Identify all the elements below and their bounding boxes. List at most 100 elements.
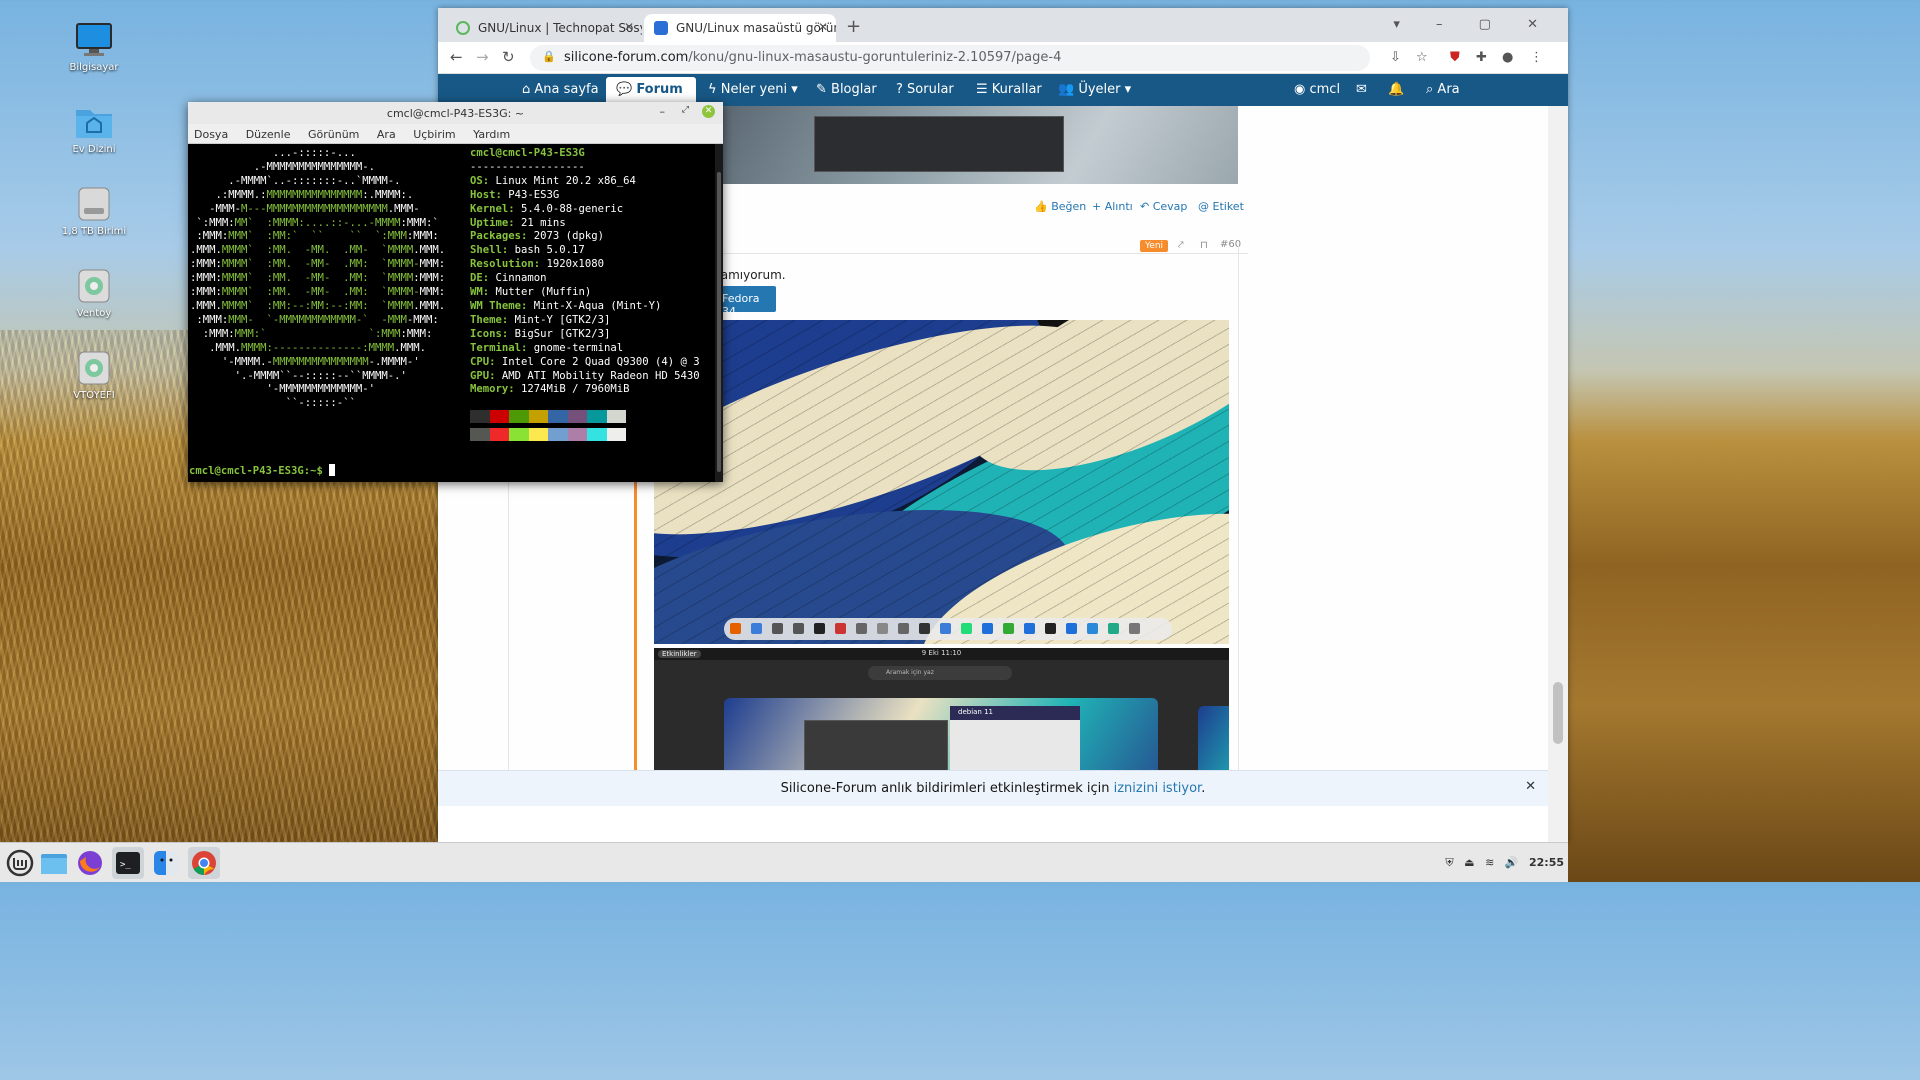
nav-home[interactable]: ⌂ Ana sayfa — [522, 82, 599, 97]
divider — [1238, 246, 1239, 806]
extensions-icon[interactable]: ✚ — [1476, 50, 1487, 65]
kebab-menu-icon[interactable]: ⋮ — [1530, 50, 1543, 65]
screenshot-dock — [724, 618, 1172, 640]
info-label: Resolution — [470, 258, 534, 271]
nav-whats-new[interactable]: ϟ Neler yeni ▾ — [708, 82, 798, 97]
nav-questions[interactable]: ? Sorular — [896, 82, 954, 97]
terminal-titlebar[interactable]: cmcl@cmcl-P43-ES3G: ~ – ⤢ ✕ — [188, 102, 723, 124]
window-controls[interactable]: ▾ – ▢ ✕ — [1393, 17, 1554, 32]
palette-swatch — [587, 410, 607, 423]
debian-label: debian 11 — [950, 706, 1080, 720]
nav-whats-new-label: Neler yeni — [720, 82, 788, 97]
new-tab-icon[interactable]: + — [846, 16, 861, 37]
nav-blogs[interactable]: ✎ Bloglar — [816, 82, 877, 97]
menu-ara[interactable]: Ara — [377, 128, 396, 141]
info-value: bash 5.0.17 — [514, 244, 585, 257]
minimize-icon[interactable]: – — [660, 105, 666, 118]
desktop-icon-ventoy[interactable]: Ventoy — [52, 268, 136, 319]
page-scrollbar[interactable] — [1548, 106, 1568, 842]
chat-icon: 💬 — [616, 82, 637, 97]
drive-icon — [74, 186, 114, 222]
firefox-icon[interactable] — [74, 847, 106, 879]
shield-icon[interactable]: ⛨ — [1445, 856, 1453, 869]
close-icon[interactable]: ✕ — [702, 105, 715, 118]
info-label: Packages — [470, 230, 522, 243]
nav-members[interactable]: 👥 Üyeler ▾ — [1058, 82, 1131, 97]
files-icon[interactable] — [38, 847, 70, 879]
home-folder-icon — [74, 104, 114, 140]
menu-dosya[interactable]: Dosya — [194, 128, 228, 141]
url-field[interactable]: 🔒 silicone-forum.com/konu/gnu-linux-masa… — [530, 45, 1370, 71]
screenshot-search-placeholder: Aramak için yaz — [886, 669, 934, 676]
forward-icon[interactable]: → — [476, 48, 489, 66]
post-text: kamıyorum. — [714, 268, 786, 282]
close-icon[interactable]: ✕ — [818, 20, 828, 34]
separator: ------------------ — [470, 160, 585, 173]
like-button[interactable]: 👍 Beğen — [1034, 200, 1086, 213]
nav-rules[interactable]: ☰ Kurallar — [976, 82, 1042, 97]
bell-icon[interactable]: 🔔 — [1388, 82, 1404, 97]
install-icon[interactable]: ⇩ — [1390, 50, 1401, 65]
push-notification-bar: Silicone-Forum anlık bildirimleri etkinl… — [438, 770, 1548, 806]
volume-icon[interactable]: 🔊 — [1505, 856, 1519, 869]
info-value: 1920x1080 — [546, 258, 604, 271]
palette-swatch — [528, 410, 548, 423]
blog-icon: ✎ — [816, 82, 832, 97]
scroll-thumb[interactable] — [1553, 682, 1563, 744]
clock[interactable]: 22:55 — [1529, 856, 1564, 869]
terminal-icon[interactable]: >_ — [112, 847, 144, 879]
tab-technopat[interactable]: GNU/Linux | Technopat Sosyal ✕ — [446, 14, 642, 42]
desktop-icon-computer[interactable]: Bilgisayar — [52, 22, 136, 73]
menu-yardim[interactable]: Yardım — [473, 128, 510, 141]
desktop-icon-home[interactable]: Ev Dizini — [52, 104, 136, 155]
mail-icon[interactable]: ✉ — [1356, 82, 1367, 97]
palette-swatch — [509, 410, 529, 423]
nav-user[interactable]: ◉ cmcl — [1294, 82, 1340, 97]
star-icon[interactable]: ☆ — [1416, 50, 1428, 65]
menu-gorunum[interactable]: Görünüm — [308, 128, 359, 141]
terminal-scrollbar[interactable] — [715, 144, 723, 482]
desktop-icon-label: Bilgisayar — [69, 62, 119, 73]
user-host: cmcl@cmcl-P43-ES3G — [470, 147, 585, 159]
desktop-icon-drive[interactable]: 1,8 TB Birimi — [52, 186, 136, 237]
chrome-icon[interactable] — [188, 847, 220, 879]
home-icon: ⌂ — [522, 82, 535, 97]
post-image-game[interactable] — [714, 106, 1238, 184]
back-icon[interactable]: ← — [450, 48, 463, 66]
desktop-icon-vtoyefi[interactable]: VTOYEFI — [52, 350, 136, 401]
post-screenshot-fedora[interactable]: 9 Eki 11:10 — [654, 320, 1229, 644]
tab-silicone-forum[interactable]: GNU/Linux masaüstü görüntü ✕ — [644, 14, 836, 42]
color-palette — [470, 410, 626, 446]
network-icon[interactable]: ≋ — [1485, 856, 1494, 869]
gear-icon — [654, 21, 668, 35]
share-icon[interactable]: ⤤ — [1178, 240, 1184, 251]
screenshot-search: Aramak için yaz — [868, 666, 1012, 680]
notification-link[interactable]: iznizini istiyor — [1114, 781, 1202, 796]
reply-label: Cevap — [1152, 200, 1188, 213]
profile-icon[interactable]: ● — [1502, 50, 1513, 65]
finder-icon[interactable] — [150, 847, 182, 879]
drive-tray-icon[interactable]: ⏏ — [1464, 856, 1474, 869]
reply-button[interactable]: ↶ Cevap — [1140, 200, 1187, 213]
shell-prompt[interactable]: cmcl@cmcl-P43-ES3G:~$ — [189, 464, 336, 479]
terminal-output[interactable]: ...-:::::-... .-MMMMMMMMMMMMMMM-. .-MMMM… — [188, 144, 715, 482]
menu-duzenle[interactable]: Düzenle — [246, 128, 291, 141]
close-icon[interactable]: ✕ — [1525, 779, 1536, 794]
tab-label: GNU/Linux | Technopat Sosyal — [478, 21, 642, 35]
nav-search[interactable]: ⌕ Ara — [1426, 82, 1460, 97]
bookmark-icon[interactable]: ⊓ — [1200, 240, 1208, 251]
close-icon[interactable]: ✕ — [624, 20, 634, 34]
reload-icon[interactable]: ↻ — [502, 48, 515, 66]
mint-menu-icon[interactable] — [4, 847, 36, 879]
maximize-icon[interactable]: ⤢ — [682, 105, 689, 115]
tag-button[interactable]: @ Etiket — [1198, 200, 1244, 213]
nav-rules-label: Kurallar — [991, 82, 1042, 97]
menu-ucbirim[interactable]: Uçbirim — [413, 128, 455, 141]
quote-button[interactable]: + Alıntı — [1092, 200, 1133, 213]
palette-swatch — [548, 410, 568, 423]
nav-members-label: Üyeler — [1078, 82, 1121, 97]
info-value: gnome-terminal — [533, 341, 624, 354]
info-label: Terminal — [470, 341, 522, 354]
fedora-button[interactable]: Fedora 34 — [714, 286, 776, 318]
ublock-icon[interactable]: ⛊ — [1450, 50, 1460, 65]
